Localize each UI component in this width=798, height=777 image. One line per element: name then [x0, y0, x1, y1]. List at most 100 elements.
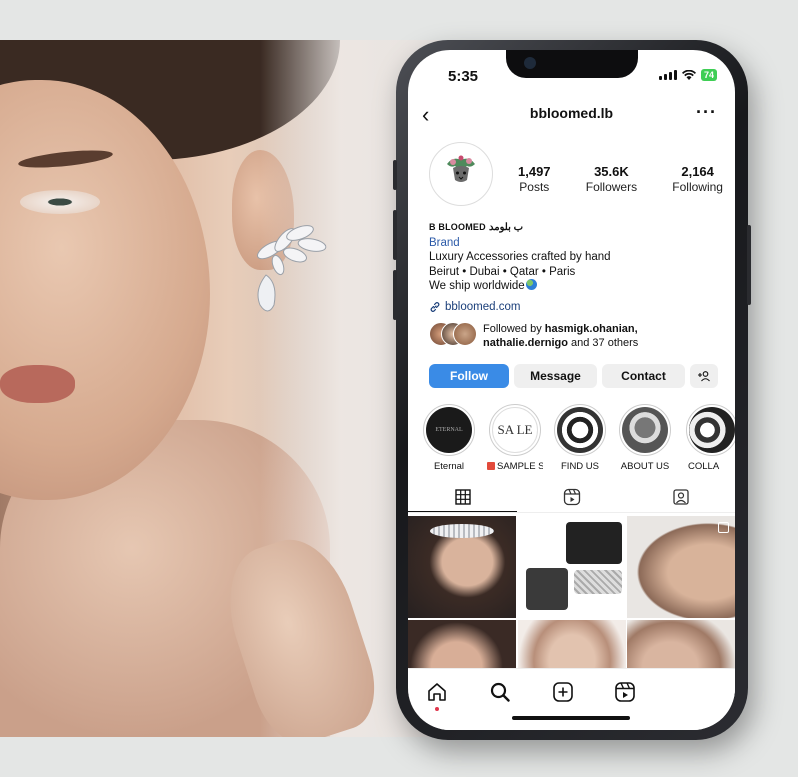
highlight-about-us[interactable]: ABOUT US — [617, 404, 673, 472]
link-icon — [430, 302, 440, 312]
more-dots-icon[interactable]: ··· — [696, 102, 717, 123]
stat-following[interactable]: 2,164 Following — [672, 164, 723, 194]
follow-button[interactable]: Follow — [429, 364, 509, 388]
camera-icon — [524, 57, 536, 69]
highlight-label: SAMPLE S... — [487, 461, 543, 472]
home-indicator — [512, 716, 630, 720]
side-button — [393, 160, 397, 190]
model-photo — [0, 40, 440, 737]
bio-line: We ship worldwide — [429, 280, 525, 292]
followed-suffix: and 37 others — [567, 337, 639, 349]
stat-posts[interactable]: 1,497 Posts — [518, 164, 551, 194]
add-person-button[interactable] — [690, 364, 718, 388]
highlight-label: COLLA — [688, 461, 720, 472]
sale-tag-icon — [487, 462, 495, 470]
highlight-ring — [686, 404, 735, 456]
bio-line: Luxury Accessories crafted by hand — [429, 251, 611, 263]
avatar — [453, 322, 477, 346]
link-text: bbloomed.com — [445, 301, 521, 313]
lips-shape — [0, 365, 75, 403]
highlight-ring — [554, 404, 606, 456]
highlight-cover: ETERNAL — [426, 407, 472, 453]
new-post-icon[interactable] — [552, 681, 574, 703]
phone-mockup: 5:35 74 ‹ bbloomed.lb ··· 1,497 Posts 35.… — [393, 40, 751, 740]
search-icon[interactable] — [489, 681, 511, 703]
profile-username: bbloomed.lb — [529, 105, 614, 121]
notch — [506, 50, 638, 78]
post-thumbnail[interactable] — [408, 516, 516, 618]
tab-posts[interactable] — [408, 482, 517, 512]
highlight-ring: SA LE — [489, 404, 541, 456]
battery-indicator: 74 — [700, 69, 717, 81]
stat-value: 35.6K — [594, 164, 629, 179]
highlight-sample-sale[interactable]: SA LE SAMPLE S... — [487, 404, 543, 472]
brand-logo — [433, 146, 489, 202]
bottom-nav — [408, 668, 735, 730]
profile-stats: 1,497 Posts 35.6K Followers 2,164 Following — [518, 164, 723, 194]
home-icon[interactable] — [426, 681, 448, 703]
tagged-icon — [672, 489, 689, 505]
highlight-label-text: SAMPLE S... — [497, 461, 543, 472]
profile-link[interactable]: bbloomed.com — [429, 301, 520, 313]
profile-actions: Follow Message Contact — [429, 364, 727, 388]
profile-tabs — [408, 482, 735, 513]
tab-reels[interactable] — [517, 482, 626, 512]
earring-image — [257, 225, 327, 312]
stat-value: 2,164 — [681, 164, 714, 179]
tiara-shape — [430, 524, 494, 538]
carousel-icon — [718, 522, 729, 533]
followed-prefix: Followed by — [483, 323, 545, 335]
collage-image — [565, 522, 622, 564]
profile-bio: B BLOOMED ب بلومد Brand Luxury Accessori… — [429, 220, 719, 294]
followed-user: nathalie.dernigo — [483, 337, 568, 349]
instagram-screen: 5:35 74 ‹ bbloomed.lb ··· 1,497 Posts 35.… — [408, 50, 735, 730]
stat-label: Posts — [519, 180, 550, 194]
highlight-ring: ETERNAL — [423, 404, 475, 456]
add-person-icon — [698, 371, 710, 382]
bio-line: Beirut • Dubai • Qatar • Paris — [429, 265, 576, 278]
grid-icon — [454, 488, 471, 505]
eye-shape — [20, 190, 100, 214]
post-thumbnail[interactable] — [627, 516, 735, 618]
stat-followers[interactable]: 35.6K Followers — [586, 164, 637, 194]
highlight-cover — [622, 407, 668, 453]
follower-avatars — [429, 322, 477, 346]
globe-icon — [525, 279, 537, 290]
highlight-label: ABOUT US — [620, 461, 670, 472]
profile-category: Brand — [429, 236, 460, 249]
highlight-label: Eternal — [433, 461, 465, 472]
followed-by[interactable]: Followed by hasmigk.ohanian, nathalie.de… — [429, 322, 719, 350]
status-time: 5:35 — [448, 68, 479, 85]
contact-button[interactable]: Contact — [602, 364, 685, 388]
wifi-icon — [681, 69, 696, 80]
followed-by-text: Followed by hasmigk.ohanian, nathalie.de… — [483, 322, 638, 350]
message-button[interactable]: Message — [514, 364, 597, 388]
highlight-colla[interactable]: COLLA — [682, 404, 735, 472]
collage-image — [525, 568, 568, 610]
highlight-find-us[interactable]: FIND US — [552, 404, 608, 472]
profile-name: B BLOOMED — [429, 222, 486, 232]
highlight-ring — [619, 404, 671, 456]
followed-user: hasmigk.ohanian, — [544, 323, 638, 335]
tab-tagged[interactable] — [626, 482, 735, 512]
profile-name-arabic: ب بلومد — [489, 222, 524, 233]
highlight-eternal[interactable]: ETERNAL Eternal — [421, 404, 477, 472]
highlight-cover: SA LE — [492, 407, 538, 453]
reels-nav-icon[interactable] — [614, 681, 636, 703]
volume-down-button — [393, 270, 397, 320]
signal-icon — [658, 70, 677, 80]
notification-dot — [435, 707, 439, 711]
post-thumbnail[interactable] — [517, 516, 626, 618]
collage-image — [573, 570, 622, 594]
stat-label: Followers — [585, 180, 638, 194]
profile-header: ‹ bbloomed.lb ··· — [408, 102, 735, 128]
avatar[interactable] — [429, 142, 493, 206]
highlight-label: FIND US — [561, 461, 599, 472]
status-icons: 74 — [658, 69, 717, 81]
power-button — [747, 225, 751, 305]
stat-value: 1,497 — [518, 164, 551, 179]
highlight-cover — [689, 407, 735, 453]
highlight-cover — [557, 407, 603, 453]
reels-icon — [563, 488, 580, 506]
stat-label: Following — [672, 180, 723, 194]
